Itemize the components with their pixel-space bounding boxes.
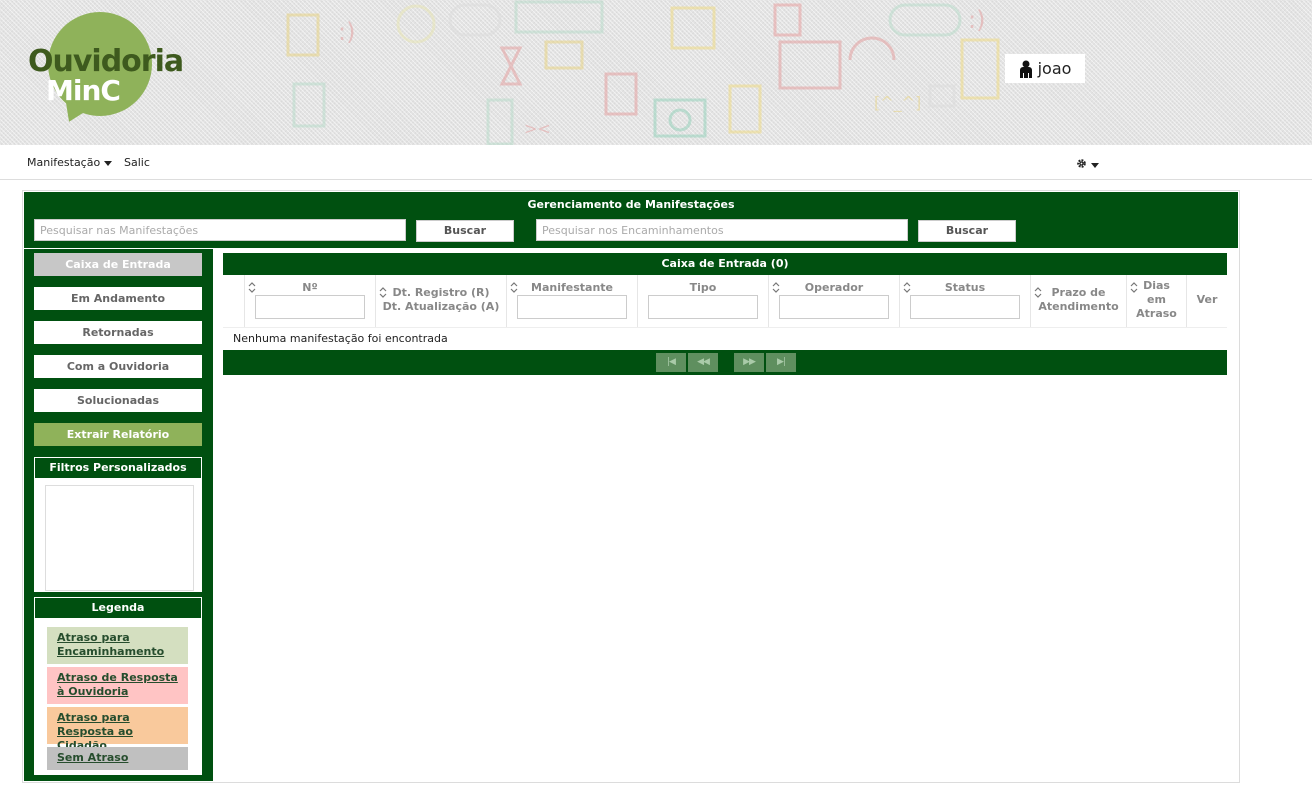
- svg-text::): :): [968, 6, 985, 34]
- legend-item-line: Atraso de Resposta: [57, 671, 178, 684]
- search-manifestacoes-input[interactable]: [34, 219, 406, 241]
- legend-title: Legenda: [34, 597, 202, 619]
- previous-page-button[interactable]: ◀◀: [688, 353, 718, 372]
- legend-item-line: Encaminhamento: [57, 645, 165, 658]
- column-ver: Ver: [1186, 275, 1227, 327]
- column-label: Manifestante: [531, 281, 613, 294]
- legend-item-atraso-encaminhamento[interactable]: Atraso para Encaminhamento: [47, 627, 188, 664]
- empty-result-row: Nenhuma manifestação foi encontrada: [223, 328, 1227, 351]
- legend-item-line: à Ouvidoria: [57, 685, 129, 698]
- column-status[interactable]: Status: [899, 275, 1030, 327]
- user-icon: [1019, 60, 1033, 78]
- user-menu[interactable]: joao: [1005, 54, 1085, 83]
- column-label: Atraso: [1136, 307, 1177, 320]
- search-manifestacoes-button[interactable]: Buscar: [416, 220, 514, 242]
- sidebar-item-com-a-ouvidoria[interactable]: Com a Ouvidoria: [34, 355, 202, 378]
- page-title: Gerenciamento de Manifestações: [527, 198, 735, 211]
- gear-icon: [1076, 158, 1087, 172]
- column-operador[interactable]: Operador: [768, 275, 899, 327]
- legend-item-line: Atraso para: [57, 711, 130, 724]
- legend-item-line: Sem Atraso: [57, 751, 129, 764]
- column-label: Atendimento: [1038, 300, 1119, 313]
- management-toolbar: Gerenciamento de Manifestações Buscar Bu…: [24, 192, 1238, 248]
- column-spacer: [223, 275, 244, 327]
- status-filter-input[interactable]: [910, 295, 1020, 319]
- extract-report-button[interactable]: Extrair Relatório: [34, 423, 202, 446]
- sidebar-item-em-andamento[interactable]: Em Andamento: [34, 287, 202, 310]
- settings-menu[interactable]: [1076, 158, 1099, 172]
- legend-item-line: Atraso para: [57, 631, 130, 644]
- column-label: Status: [944, 281, 986, 294]
- custom-filters-title: Filtros Personalizados: [34, 457, 202, 479]
- column-datas[interactable]: Dt. Registro (R) Dt. Atualização (A): [375, 275, 506, 327]
- chevron-down-icon: [1091, 162, 1099, 168]
- column-label: Prazo de: [1051, 286, 1106, 299]
- grid-title: Caixa de Entrada (0): [223, 253, 1227, 275]
- numero-filter-input[interactable]: [255, 295, 365, 319]
- operador-filter-input[interactable]: [779, 295, 889, 319]
- column-label: Ver: [1196, 293, 1218, 306]
- legend-item-atraso-resposta-cidadao[interactable]: Atraso para Resposta ao Cidadão: [47, 707, 188, 752]
- column-dias-atraso[interactable]: Dias em Atraso: [1126, 275, 1186, 327]
- column-numero[interactable]: Nº: [244, 275, 375, 327]
- column-label: Tipo: [689, 281, 717, 294]
- sidebar-item-solucionadas[interactable]: Solucionadas: [34, 389, 202, 412]
- pagination-bar: |◀ ◀◀ ▶▶ ▶|: [223, 350, 1227, 375]
- column-label: Operador: [804, 281, 864, 294]
- legend-panel: Atraso para Encaminhamento Atraso de Res…: [34, 619, 202, 775]
- tipo-filter-input[interactable]: [648, 295, 758, 319]
- top-nav: Manifestação Salic: [0, 145, 1312, 180]
- user-name: joao: [1037, 59, 1072, 78]
- header-banner: :) :) >< [^_^] Ouvidoria MinC joao: [0, 0, 1312, 145]
- grid-header: Nº Dt. Registro (R) Dt. Atualização (A) …: [223, 275, 1227, 328]
- column-label: em: [1147, 293, 1166, 306]
- sidebar-item-caixa-de-entrada[interactable]: Caixa de Entrada: [34, 253, 202, 276]
- next-page-button[interactable]: ▶▶: [734, 353, 764, 372]
- custom-filters-list[interactable]: [45, 485, 194, 591]
- legend-item-atraso-resposta-ouvidoria[interactable]: Atraso de Resposta à Ouvidoria: [47, 667, 188, 704]
- sidebar: Caixa de Entrada Em Andamento Retornadas…: [24, 249, 213, 781]
- svg-text::): :): [338, 18, 355, 46]
- column-tipo[interactable]: Tipo: [637, 275, 768, 327]
- nav-item-label: Manifestação: [27, 156, 101, 169]
- first-page-button[interactable]: |◀: [656, 353, 686, 372]
- ouvidoria-minc-logo[interactable]: Ouvidoria MinC: [28, 10, 203, 127]
- column-label: Dias: [1143, 279, 1170, 292]
- column-label: Dt. Atualização (A): [382, 300, 500, 313]
- sidebar-item-retornadas[interactable]: Retornadas: [34, 321, 202, 344]
- nav-item-label: Salic: [124, 156, 150, 169]
- last-page-button[interactable]: ▶|: [766, 353, 796, 372]
- column-manifestante[interactable]: Manifestante: [506, 275, 637, 327]
- svg-text:><: ><: [524, 119, 551, 138]
- nav-item-salic[interactable]: Salic: [124, 156, 150, 169]
- column-label: Nº: [302, 281, 318, 294]
- svg-text:[^_^]: [^_^]: [874, 93, 921, 113]
- manifestante-filter-input[interactable]: [517, 295, 627, 319]
- column-prazo[interactable]: Prazo de Atendimento: [1030, 275, 1126, 327]
- logo-text-minc: MinC: [46, 74, 121, 107]
- search-encaminhamentos-button[interactable]: Buscar: [918, 220, 1016, 242]
- chevron-down-icon: [104, 160, 113, 166]
- search-encaminhamentos-input[interactable]: [536, 219, 908, 241]
- column-label: Dt. Registro (R): [392, 286, 490, 299]
- empty-result-message: Nenhuma manifestação foi encontrada: [233, 332, 448, 345]
- legend-item-sem-atraso[interactable]: Sem Atraso: [47, 747, 188, 770]
- custom-filters-panel: Filtros Personalizados: [34, 457, 202, 592]
- nav-item-manifestacao[interactable]: Manifestação: [27, 156, 113, 169]
- main-panel: Gerenciamento de Manifestações Buscar Bu…: [22, 190, 1240, 783]
